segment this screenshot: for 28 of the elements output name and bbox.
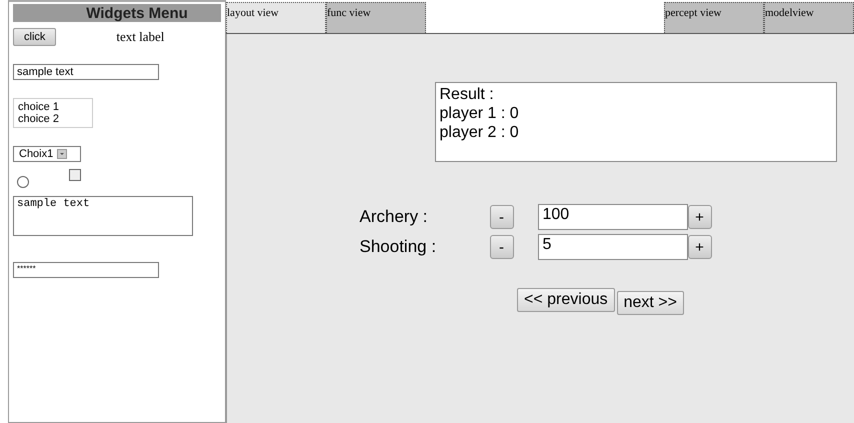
previous-button[interactable]: << previous xyxy=(517,288,615,312)
list-box[interactable]: choice 1 choice 2 xyxy=(13,98,93,128)
decrement-button[interactable]: - xyxy=(490,235,514,259)
text-label: text label xyxy=(116,29,164,45)
radio-button[interactable] xyxy=(17,176,29,188)
result-line: player 1 : 0 xyxy=(440,104,520,123)
text-area[interactable]: sample text xyxy=(13,196,193,236)
spinner-label: Archery : xyxy=(360,207,429,227)
tab[interactable]: modelview xyxy=(764,2,854,33)
value-field[interactable]: 5 xyxy=(538,234,688,260)
click-button[interactable]: click xyxy=(13,28,56,46)
tab[interactable]: percept view xyxy=(664,2,764,33)
result-line: player 2 : 0 xyxy=(440,123,520,142)
spinner-label: Shooting : xyxy=(360,237,438,257)
checkbox[interactable] xyxy=(69,169,81,181)
password-field[interactable]: ****** xyxy=(13,262,159,278)
dropdown[interactable]: Choix1 xyxy=(13,146,81,162)
increment-button[interactable]: + xyxy=(688,205,712,229)
tab[interactable]: layout view xyxy=(226,2,326,33)
text-field[interactable]: sample text xyxy=(13,64,159,80)
next-button[interactable]: next >> xyxy=(616,291,684,315)
panel-title: Widgets Menu xyxy=(13,4,221,22)
tab[interactable]: func view xyxy=(326,2,426,33)
value-field[interactable]: 100 xyxy=(538,204,688,230)
caret-icon xyxy=(57,149,68,159)
decrement-button[interactable]: - xyxy=(490,205,514,229)
increment-button[interactable]: + xyxy=(688,235,712,259)
result-line: Result : xyxy=(440,85,495,104)
